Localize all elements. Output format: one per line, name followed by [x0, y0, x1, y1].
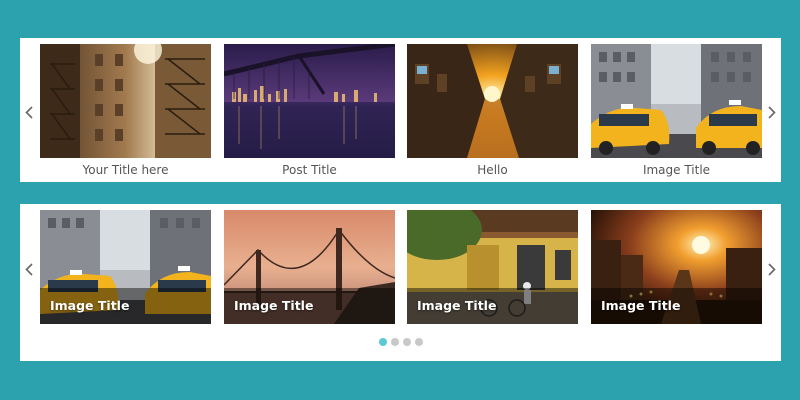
slide-title[interactable]: Image Title	[50, 298, 129, 313]
slide-title[interactable]: Image Title	[601, 298, 680, 313]
slide-item[interactable]: Image Title	[591, 210, 762, 324]
slide-title[interactable]: Hello	[407, 162, 578, 178]
slide-item[interactable]: Post Title	[224, 44, 395, 178]
slide-image[interactable]: Image Title	[591, 210, 762, 324]
slide-item[interactable]: Hello	[407, 44, 578, 178]
slide-item[interactable]: Image Title	[224, 210, 395, 324]
slide-item[interactable]: Image Title	[40, 210, 211, 324]
slide-title[interactable]: Your Title here	[40, 162, 211, 178]
yellow-taxi-street-image	[591, 44, 762, 158]
sunset-city-street-image	[407, 44, 578, 158]
carousel-top: Your Title here Post Title Hello Image T…	[20, 38, 781, 182]
pagination-dot-2[interactable]	[390, 338, 399, 346]
pagination-dots	[20, 338, 781, 346]
slide-image[interactable]	[40, 44, 211, 158]
slide-item[interactable]: Image Title	[591, 44, 762, 178]
slide-title[interactable]: Image Title	[417, 298, 496, 313]
pagination-dot-3[interactable]	[402, 338, 411, 346]
slide-title[interactable]: Image Title	[591, 162, 762, 178]
bridge-night-skyline-image	[224, 44, 395, 158]
chevron-left-icon[interactable]	[22, 102, 36, 122]
slide-image[interactable]	[591, 44, 762, 158]
slide-item[interactable]: Image Title	[407, 210, 578, 324]
slide-image[interactable]: Image Title	[40, 210, 211, 324]
slide-image[interactable]	[407, 44, 578, 158]
chevron-left-icon[interactable]	[22, 259, 36, 279]
fire-escape-buildings-image	[40, 44, 211, 158]
slide-title[interactable]: Image Title	[234, 298, 313, 313]
pagination-dot-4[interactable]	[414, 338, 423, 346]
chevron-right-icon[interactable]	[765, 102, 779, 122]
pagination-dot-1[interactable]	[378, 338, 387, 346]
chevron-right-icon[interactable]	[765, 259, 779, 279]
slide-item[interactable]: Your Title here	[40, 44, 211, 178]
slide-image[interactable]: Image Title	[224, 210, 395, 324]
slide-image[interactable]: Image Title	[407, 210, 578, 324]
slide-title[interactable]: Post Title	[224, 162, 395, 178]
slide-image[interactable]	[224, 44, 395, 158]
carousel-bottom: Image Title Image Title Image Title Imag…	[20, 204, 781, 361]
